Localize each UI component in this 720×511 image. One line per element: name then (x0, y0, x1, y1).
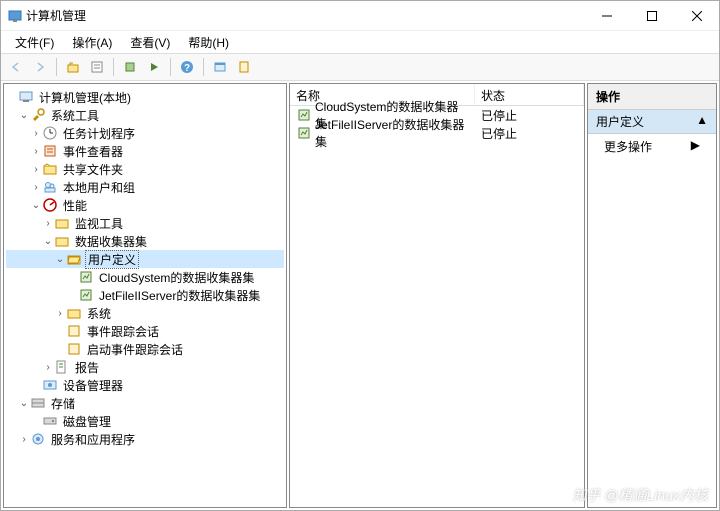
chevron-down-icon[interactable]: ⌄ (18, 398, 30, 409)
chevron-right-icon[interactable]: › (30, 164, 42, 175)
action-more[interactable]: 更多操作 ▶ (588, 134, 716, 159)
chevron-right-icon[interactable]: › (42, 218, 54, 229)
chevron-down-icon[interactable]: ⌄ (54, 254, 66, 265)
main-area: 计算机管理(本地) ⌄ 系统工具 › 任务计划程序 › 事件查看器 (1, 81, 719, 510)
actions-panel: 操作 用户定义 ▲ 更多操作 ▶ (587, 83, 717, 508)
app-icon (7, 8, 23, 24)
services-icon (30, 431, 46, 447)
svg-text:?: ? (184, 63, 190, 74)
window-titlebar: 计算机管理 (1, 1, 719, 31)
dcs-icon (296, 125, 312, 141)
tree-panel: 计算机管理(本地) ⌄ 系统工具 › 任务计划程序 › 事件查看器 (3, 83, 287, 508)
tree-localusers[interactable]: › 本地用户和组 (6, 178, 284, 196)
chevron-right-icon[interactable]: › (30, 128, 42, 139)
session-icon (66, 323, 82, 339)
toolbar: ? (1, 53, 719, 81)
tree-dcs-jetfile[interactable]: JetFileIIServer的数据收集器集 (6, 286, 284, 304)
folder-open-icon (66, 251, 82, 267)
reports-icon (54, 359, 70, 375)
chevron-right-icon[interactable]: › (54, 308, 66, 319)
chevron-down-icon[interactable]: ⌄ (30, 200, 42, 211)
action-context[interactable]: 用户定义 ▲ (588, 110, 716, 134)
computer-icon (18, 89, 34, 105)
tree-devmgr[interactable]: 设备管理器 (6, 376, 284, 394)
list-row[interactable]: JetFileIIServer的数据收集器集 已停止 (290, 124, 584, 142)
run-button[interactable] (143, 56, 165, 78)
chevron-down-icon[interactable]: ⌄ (18, 110, 30, 121)
dcs-icon (78, 287, 94, 303)
window-button[interactable] (209, 56, 231, 78)
tree-reports[interactable]: › 报告 (6, 358, 284, 376)
menu-action[interactable]: 操作(A) (64, 32, 120, 53)
tree-eventtrace[interactable]: 事件跟踪会话 (6, 322, 284, 340)
menu-view[interactable]: 查看(V) (122, 32, 178, 53)
tree-root[interactable]: 计算机管理(本地) (6, 88, 284, 106)
properties-button[interactable] (86, 56, 108, 78)
folder-share-icon (42, 161, 58, 177)
collapse-icon: ▲ (696, 113, 708, 130)
tree-dcs[interactable]: ⌄ 数据收集器集 (6, 232, 284, 250)
tree-services[interactable]: › 服务和应用程序 (6, 430, 284, 448)
minimize-button[interactable] (584, 1, 629, 31)
watermark: 知乎 @精通Linux内核 (572, 485, 708, 505)
forward-button[interactable] (29, 56, 51, 78)
disk-icon (42, 413, 58, 429)
menu-file[interactable]: 文件(F) (7, 32, 62, 53)
submenu-icon: ▶ (691, 138, 700, 155)
tree-dcs-system[interactable]: › 系统 (6, 304, 284, 322)
nav-tree[interactable]: 计算机管理(本地) ⌄ 系统工具 › 任务计划程序 › 事件查看器 (4, 84, 286, 452)
performance-icon (42, 197, 58, 213)
tools-icon (30, 107, 46, 123)
chevron-right-icon[interactable]: › (42, 362, 54, 373)
chevron-right-icon[interactable]: › (18, 434, 30, 445)
export-button[interactable] (119, 56, 141, 78)
tree-startupevent[interactable]: 启动事件跟踪会话 (6, 340, 284, 358)
users-icon (42, 179, 58, 195)
session-icon (66, 341, 82, 357)
tree-sharedfolders[interactable]: › 共享文件夹 (6, 160, 284, 178)
folder-icon (54, 215, 70, 231)
close-button[interactable] (674, 1, 719, 31)
tree-diskmgr[interactable]: 磁盘管理 (6, 412, 284, 430)
tree-monitortools[interactable]: › 监视工具 (6, 214, 284, 232)
storage-icon (30, 395, 46, 411)
eventviewer-icon (42, 143, 58, 159)
menu-bar: 文件(F) 操作(A) 查看(V) 帮助(H) (1, 31, 719, 53)
device-icon (42, 377, 58, 393)
actions-header: 操作 (588, 84, 716, 110)
menu-help[interactable]: 帮助(H) (180, 32, 237, 53)
window-title: 计算机管理 (26, 7, 584, 24)
tree-systools[interactable]: ⌄ 系统工具 (6, 106, 284, 124)
tree-storage[interactable]: ⌄ 存储 (6, 394, 284, 412)
tree-scheduler[interactable]: › 任务计划程序 (6, 124, 284, 142)
back-button[interactable] (5, 56, 27, 78)
list-body: CloudSystem的数据收集器集 已停止 JetFileIIServer的数… (290, 106, 584, 142)
clock-icon (42, 125, 58, 141)
chevron-right-icon[interactable]: › (30, 182, 42, 193)
list-panel: 名称 状态 CloudSystem的数据收集器集 已停止 JetFileIISe… (289, 83, 585, 508)
new-button[interactable] (233, 56, 255, 78)
folder-icon (66, 305, 82, 321)
tree-eventviewer[interactable]: › 事件查看器 (6, 142, 284, 160)
tree-dcs-cloud[interactable]: CloudSystem的数据收集器集 (6, 268, 284, 286)
chevron-down-icon[interactable]: ⌄ (42, 236, 54, 247)
dcs-icon (78, 269, 94, 285)
maximize-button[interactable] (629, 1, 674, 31)
folder-icon (54, 233, 70, 249)
tree-performance[interactable]: ⌄ 性能 (6, 196, 284, 214)
chevron-right-icon[interactable]: › (30, 146, 42, 157)
help-button[interactable]: ? (176, 56, 198, 78)
col-status[interactable]: 状态 (475, 84, 584, 105)
tree-userdefined[interactable]: ⌄ 用户定义 (6, 250, 284, 268)
up-button[interactable] (62, 56, 84, 78)
